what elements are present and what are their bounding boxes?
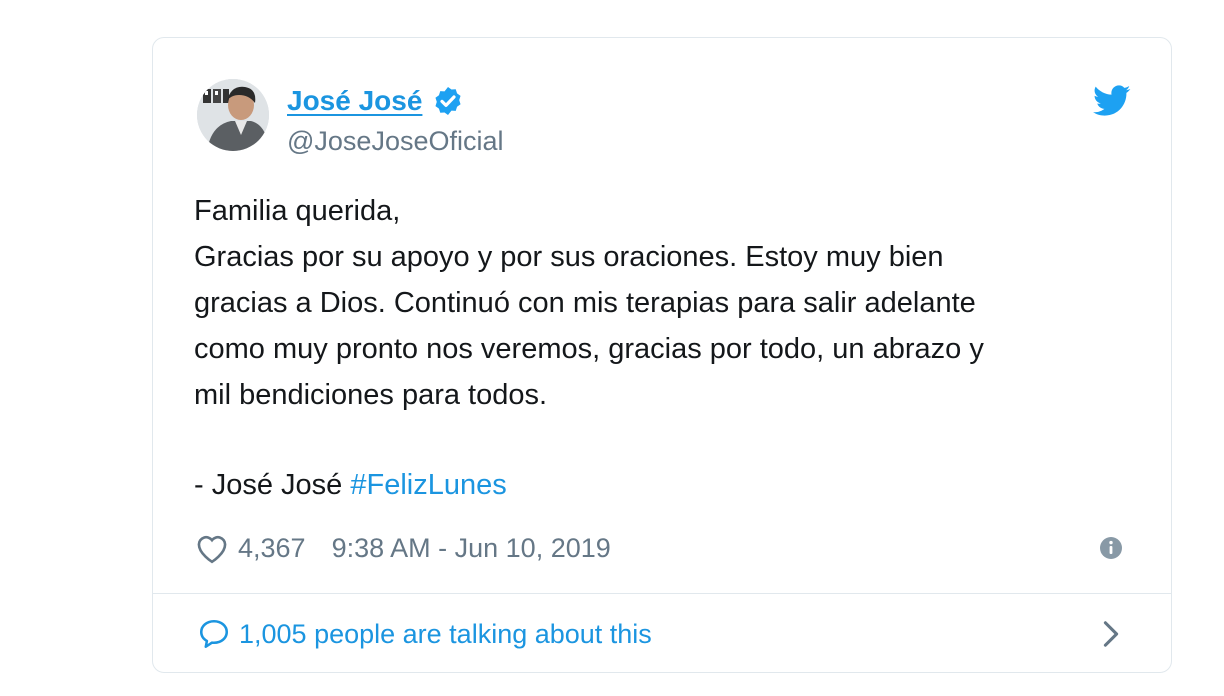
hashtag-link[interactable]: #FelizLunes [350,469,506,501]
verified-badge-icon [435,87,461,115]
tweet-text: Familia querida, Gracias por su apoyo y … [194,188,1114,418]
like-count[interactable]: 4,367 [238,533,306,564]
speech-bubble-icon [199,619,229,649]
tweet-line: mil bendiciones para todos. [194,379,548,411]
avatar[interactable] [197,79,269,151]
tweet-line: como muy pronto nos veremos, gracias por… [194,333,984,365]
tweet-signature-line: - José José #FelizLunes [194,462,507,508]
avatar-photo [197,79,269,151]
twitter-bird-icon[interactable] [1093,85,1131,117]
tweet-signature: - José José [194,469,343,501]
tweet-embed-card: José José @JoseJoseOficial Familia queri… [152,37,1172,673]
tweet-line: Familia querida, [194,195,401,227]
heart-icon[interactable] [194,532,230,564]
author-handle[interactable]: @JoseJoseOficial [287,123,504,159]
author-info: José José @JoseJoseOficial [287,83,504,159]
tweet-meta: 4,367 9:38 AM - Jun 10, 2019 [194,528,1131,568]
conversation-link[interactable]: 1,005 people are talking about this [197,612,1127,656]
divider [153,593,1171,594]
tweet-line: gracias a Dios. Continuó con mis terapia… [194,287,976,319]
chevron-right-icon [1103,621,1119,647]
info-icon[interactable] [1099,536,1123,560]
name-row: José José [287,83,504,119]
tweet-timestamp[interactable]: 9:38 AM - Jun 10, 2019 [332,533,611,564]
tweet-line: Gracias por su apoyo y por sus oraciones… [194,241,944,273]
conversation-label: 1,005 people are talking about this [239,618,652,649]
tweet-header: José José @JoseJoseOficial [197,79,1131,159]
author-display-name[interactable]: José José [287,83,422,119]
